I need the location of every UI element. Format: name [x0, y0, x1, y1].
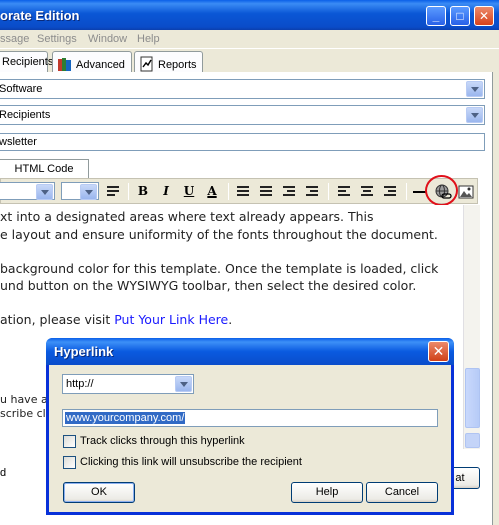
main-tabs: Recipients Advanced Reports — [0, 49, 499, 73]
toolbar-separator — [128, 183, 129, 200]
subject-field[interactable]: wsletter — [0, 133, 485, 151]
reports-icon — [139, 56, 155, 72]
menu-window[interactable]: Window — [88, 33, 127, 45]
align-center-button[interactable] — [357, 182, 377, 201]
align-center-icon — [361, 186, 373, 198]
numbered-list-icon — [237, 186, 249, 198]
tab-reports[interactable]: Reports — [134, 51, 203, 73]
editor-line-text: ation, please visit — [0, 312, 115, 327]
hyperlink-dialog: Hyperlink ✕ http:// www.yourcompany.com/… — [46, 338, 454, 515]
url-value: www.yourcompany.com/ — [65, 412, 186, 424]
editor-line-suffix: . — [228, 312, 233, 327]
paragraph-icon — [107, 186, 119, 198]
toolbar-separator — [328, 183, 329, 200]
protocol-select[interactable]: http:// — [62, 374, 194, 394]
font-color-button[interactable]: A — [202, 182, 222, 201]
bullet-list-button[interactable] — [256, 182, 276, 201]
menu-help[interactable]: Help — [137, 33, 160, 45]
tab-html-code[interactable]: HTML Code — [0, 159, 89, 178]
bottom-left-text: d — [0, 467, 7, 479]
subject-value: wsletter — [0, 136, 37, 148]
tab-recipients-label: Recipients — [2, 56, 54, 68]
chevron-down-icon[interactable] — [175, 376, 192, 392]
indent-button[interactable] — [302, 182, 322, 201]
dialog-close-button[interactable]: ✕ — [428, 341, 449, 362]
italic-button[interactable]: I — [156, 182, 176, 201]
align-left-icon — [338, 186, 350, 198]
editor-line: xt into a designated areas where text al… — [0, 209, 374, 224]
dialog-body: http:// www.yourcompany.com/ Track click… — [49, 365, 451, 512]
numbered-list-button[interactable] — [233, 182, 253, 201]
close-icon: ✕ — [432, 343, 445, 359]
recipients-value: Recipients — [0, 109, 51, 121]
menu-bar: ssage Settings Window Help — [0, 30, 499, 49]
bottom-right-button-label: at — [455, 472, 465, 484]
window-title: orate Edition — [0, 8, 80, 23]
chevron-down-icon[interactable] — [36, 184, 53, 200]
scrollbar-thumb[interactable] — [465, 368, 480, 428]
paragraph-format-button[interactable] — [103, 182, 123, 201]
track-clicks-label[interactable]: Track clicks through this hyperlink — [80, 435, 245, 447]
editor-line: und button on the WYSIWYG toolbar, then … — [0, 278, 417, 293]
recipients-combo[interactable]: Recipients — [0, 105, 485, 125]
indent-icon — [306, 186, 318, 198]
editor-line: background color for this template. Once… — [0, 261, 439, 276]
put-your-link-here-link[interactable]: Put Your Link Here — [114, 312, 228, 327]
scroll-down-button[interactable] — [465, 433, 480, 448]
tab-advanced[interactable]: Advanced — [52, 51, 132, 73]
url-input[interactable]: www.yourcompany.com/ — [62, 409, 438, 427]
minimize-button[interactable]: _ — [426, 6, 446, 26]
tab-recipients[interactable]: Recipients — [0, 51, 53, 73]
align-left-button[interactable] — [334, 182, 354, 201]
unsubscribe-checkbox[interactable] — [63, 456, 76, 469]
tab-advanced-label: Advanced — [76, 59, 125, 71]
dialog-title: Hyperlink — [54, 344, 114, 359]
menu-settings[interactable]: Settings — [37, 33, 77, 45]
tab-reports-label: Reports — [158, 59, 197, 71]
menu-message[interactable]: ssage — [0, 33, 29, 45]
editor-line: e layout and ensure uniformity of the fo… — [0, 227, 438, 242]
bullet-list-icon — [260, 186, 272, 198]
chevron-down-icon[interactable] — [80, 184, 97, 200]
bold-button[interactable]: B — [133, 182, 153, 201]
outdent-icon — [283, 186, 295, 198]
books-icon — [57, 56, 73, 72]
editor-line-link: ation, please visit Put Your Link Here. — [0, 312, 232, 327]
cancel-button[interactable]: Cancel — [366, 482, 438, 503]
insert-image-button[interactable] — [456, 182, 476, 201]
outdent-button[interactable] — [279, 182, 299, 201]
close-button[interactable]: ✕ — [474, 6, 494, 26]
maximize-button[interactable]: □ — [450, 6, 470, 26]
sender-value: Software — [0, 83, 43, 95]
chevron-down-icon[interactable] — [466, 81, 483, 97]
chevron-down-icon[interactable] — [466, 107, 483, 123]
underline-button[interactable]: U — [179, 182, 199, 201]
toolbar-separator — [406, 183, 407, 200]
ok-button-label: OK — [91, 486, 107, 498]
help-button-label: Help — [315, 486, 339, 498]
window-title-bar[interactable]: orate Edition _ □ ✕ — [0, 0, 499, 30]
wysiwyg-toolbar: B I U A — [0, 178, 478, 204]
editor-partial-line: u have ar — [0, 393, 53, 406]
track-clicks-checkbox[interactable] — [63, 435, 76, 448]
protocol-value: http:// — [66, 378, 94, 390]
insert-image-icon — [458, 185, 474, 199]
align-right-button[interactable] — [380, 182, 400, 201]
align-right-icon — [384, 186, 396, 198]
help-button[interactable]: Help — [291, 482, 363, 503]
cancel-button-label: Cancel — [384, 486, 420, 498]
ok-button[interactable]: OK — [63, 482, 135, 503]
toolbar-separator — [228, 183, 229, 200]
dialog-title-bar[interactable]: Hyperlink ✕ — [46, 338, 454, 365]
font-size-select[interactable] — [61, 182, 99, 200]
sender-combo[interactable]: Software — [0, 79, 485, 99]
font-name-select[interactable] — [0, 182, 55, 200]
unsubscribe-label[interactable]: Clicking this link will unsubscribe the … — [80, 456, 302, 468]
editor-vertical-scrollbar[interactable] — [463, 205, 480, 449]
tab-html-code-label: HTML Code — [14, 163, 74, 175]
highlight-circle — [425, 175, 458, 206]
